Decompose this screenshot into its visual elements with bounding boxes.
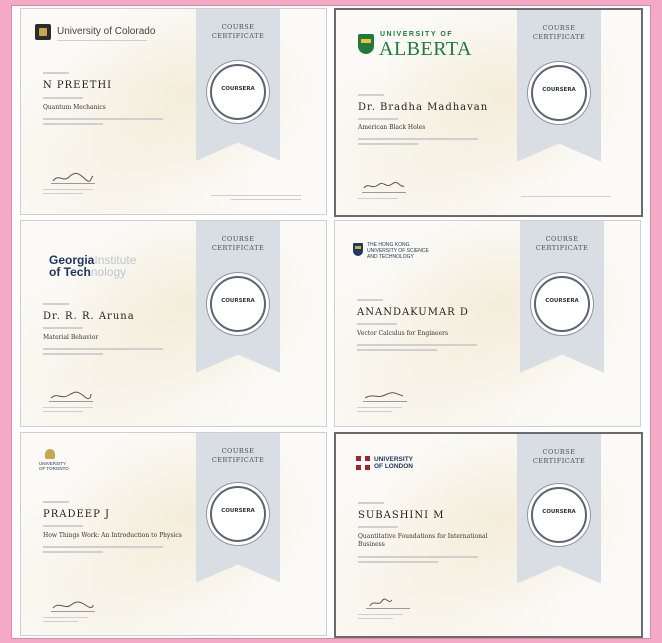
certificate-ribbon: COURSE CERTIFICATE COURSERA bbox=[196, 9, 280, 161]
hkust-logo-icon bbox=[353, 243, 363, 256]
recipient-name: Dr. R. R. Aruna bbox=[43, 311, 135, 322]
alberta-shield-icon bbox=[358, 34, 374, 54]
ribbon-title: COURSE CERTIFICATE bbox=[211, 23, 265, 40]
institution-name-line2: of Technology bbox=[49, 265, 127, 279]
certificate-ribbon: COURSE CERTIFICATE COURSERA bbox=[520, 221, 604, 373]
signature bbox=[51, 171, 95, 184]
recipient-name: PRADEEP J bbox=[43, 509, 111, 520]
course-title: How Things Work: An Introduction to Phys… bbox=[43, 532, 182, 539]
signature bbox=[51, 599, 95, 612]
certificate-alberta: UNIVERSITY OF ALBERTA Dr. Bradha Madhava… bbox=[334, 8, 643, 217]
ribbon-title: COURSE CERTIFICATE bbox=[211, 235, 265, 252]
coursera-seal-icon: COURSERA bbox=[534, 275, 590, 332]
recipient-name: ANANDAKUMAR D bbox=[357, 307, 469, 318]
certificate-colorado: University of Colorado N PREETHI Quantum… bbox=[20, 8, 327, 215]
toronto-crest-icon bbox=[45, 449, 55, 459]
coursera-seal-icon: COURSERA bbox=[531, 487, 587, 544]
certificate-ribbon: COURSE CERTIFICATE COURSERA bbox=[517, 10, 601, 162]
ribbon-title: COURSE CERTIFICATE bbox=[535, 235, 589, 252]
course-title: Vector Calculus for Engineers bbox=[357, 330, 449, 337]
certificate-ribbon: COURSE CERTIFICATE COURSERA bbox=[196, 221, 280, 373]
signature bbox=[366, 596, 410, 609]
course-title: American Black Holes bbox=[358, 124, 426, 131]
institution-name: UNIVERSITY OF TORONTO bbox=[39, 461, 69, 471]
ribbon-title: COURSE CERTIFICATE bbox=[211, 447, 265, 464]
institution-name: THE HONG KONG UNIVERSITY OF SCIENCE AND … bbox=[367, 242, 429, 260]
institution-name-large: ALBERTA bbox=[379, 38, 472, 60]
signature bbox=[362, 180, 406, 193]
course-title: Quantitative Foundations for Internation… bbox=[358, 533, 488, 548]
signature bbox=[363, 389, 407, 402]
certificate-toronto: UNIVERSITY OF TORONTO PRADEEP J How Thin… bbox=[20, 432, 327, 636]
certificate-london: UNIVERSITY OF LONDON SUBASHINI M Quantit… bbox=[334, 432, 643, 638]
colorado-logo-icon bbox=[35, 24, 51, 40]
certificate-ribbon: COURSE CERTIFICATE COURSERA bbox=[517, 434, 601, 584]
course-title: Material Behavior bbox=[43, 334, 99, 341]
signature bbox=[49, 389, 93, 402]
recipient-name: N PREETHI bbox=[43, 80, 113, 91]
coursera-seal-icon: COURSERA bbox=[531, 64, 587, 121]
coursera-seal-icon: COURSERA bbox=[210, 486, 266, 543]
recipient-name: SUBASHINI M bbox=[358, 510, 445, 521]
certificates-collage: University of Colorado N PREETHI Quantum… bbox=[12, 6, 650, 638]
ribbon-title: COURSE CERTIFICATE bbox=[532, 448, 586, 465]
institution-name: UNIVERSITY OF bbox=[380, 31, 454, 38]
coursera-seal-icon: COURSERA bbox=[210, 275, 266, 332]
institution-name: University of Colorado bbox=[57, 26, 156, 37]
coursera-seal-icon: COURSERA bbox=[210, 63, 266, 120]
london-crest-icon bbox=[356, 456, 370, 470]
course-title: Quantum Mechanics bbox=[43, 104, 106, 111]
recipient-name: Dr. Bradha Madhavan bbox=[358, 102, 489, 113]
ribbon-title: COURSE CERTIFICATE bbox=[532, 24, 586, 41]
certificate-hkust: THE HONG KONG UNIVERSITY OF SCIENCE AND … bbox=[334, 220, 641, 427]
certificate-georgia-tech: GeorgiaInstitute of Technology Dr. R. R.… bbox=[20, 220, 327, 427]
certificate-ribbon: COURSE CERTIFICATE COURSERA bbox=[196, 433, 280, 583]
institution-name: UNIVERSITY OF LONDON bbox=[374, 456, 414, 470]
